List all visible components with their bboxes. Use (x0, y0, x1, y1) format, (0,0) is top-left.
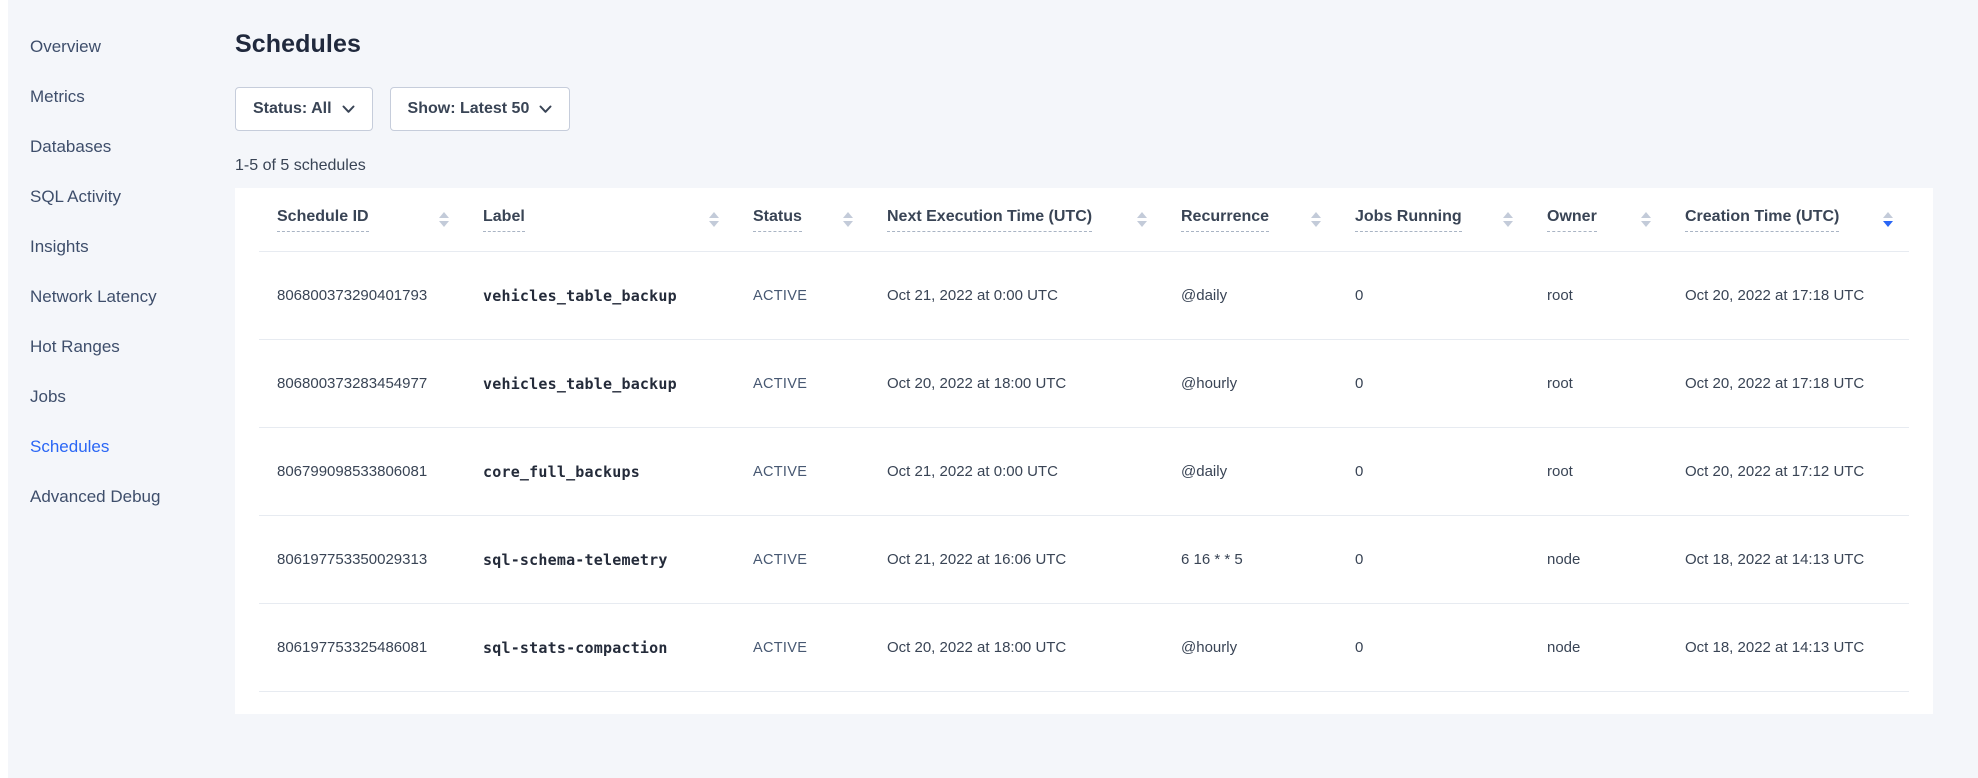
table-row: 806800373283454977 vehicles_table_backup… (259, 340, 1909, 428)
cell-creation-time: Oct 18, 2022 at 14:13 UTC (1685, 639, 1909, 656)
table-row: 806799098533806081 core_full_backups ACT… (259, 428, 1909, 516)
table-row: 806197753350029313 sql-schema-telemetry … (259, 516, 1909, 604)
filter-bar: Status: All Show: Latest 50 (235, 87, 1978, 131)
cell-next-execution: Oct 21, 2022 at 0:00 UTC (887, 287, 1181, 304)
cell-owner: root (1547, 375, 1685, 392)
sort-icon (439, 212, 449, 227)
cell-status: ACTIVE (753, 552, 887, 568)
cell-status: ACTIVE (753, 640, 887, 656)
cell-creation-time: Oct 18, 2022 at 14:13 UTC (1685, 551, 1909, 568)
cell-jobs-running: 0 (1355, 551, 1547, 568)
cell-jobs-running: 0 (1355, 463, 1547, 480)
cell-recurrence: 6 16 * * 5 (1181, 551, 1355, 568)
sort-icon (1137, 212, 1147, 227)
sidebar-item-sql-activity[interactable]: SQL Activity (8, 172, 233, 222)
cell-next-execution: Oct 20, 2022 at 18:00 UTC (887, 375, 1181, 392)
cell-creation-time: Oct 20, 2022 at 17:18 UTC (1685, 375, 1909, 392)
cell-schedule-id: 806800373290401793 (259, 287, 483, 304)
table-row: 806197753325486081 sql-stats-compaction … (259, 604, 1909, 692)
column-header-label: Creation Time (UTC) (1685, 208, 1839, 232)
page-title: Schedules (235, 30, 1978, 59)
cell-recurrence: @hourly (1181, 639, 1355, 656)
chevron-down-icon (539, 105, 552, 114)
sidebar-item-insights[interactable]: Insights (8, 222, 233, 272)
column-header-jobs-running[interactable]: Jobs Running (1355, 188, 1547, 251)
cell-recurrence: @daily (1181, 463, 1355, 480)
cell-label: vehicles_table_backup (483, 375, 753, 393)
status-filter-dropdown[interactable]: Status: All (235, 87, 373, 131)
column-header-next-execution-time[interactable]: Next Execution Time (UTC) (887, 188, 1181, 251)
cell-schedule-id: 806799098533806081 (259, 463, 483, 480)
sidebar-item-schedules[interactable]: Schedules (8, 422, 233, 472)
cell-next-execution: Oct 21, 2022 at 0:00 UTC (887, 463, 1181, 480)
show-filter-label: Show: Latest 50 (408, 100, 530, 118)
cell-creation-time: Oct 20, 2022 at 17:12 UTC (1685, 463, 1909, 480)
sort-icon (1641, 212, 1651, 227)
column-header-status[interactable]: Status (753, 188, 887, 251)
column-header-owner[interactable]: Owner (1547, 188, 1685, 251)
cell-jobs-running: 0 (1355, 287, 1547, 304)
column-header-label: Status (753, 208, 802, 232)
cell-creation-time: Oct 20, 2022 at 17:18 UTC (1685, 287, 1909, 304)
cell-owner: node (1547, 551, 1685, 568)
sort-icon (1503, 212, 1513, 227)
cell-owner: root (1547, 287, 1685, 304)
sort-icon-active-desc (1883, 212, 1893, 227)
column-header-label: Recurrence (1181, 208, 1269, 232)
sort-icon (709, 212, 719, 227)
sidebar-item-overview[interactable]: Overview (8, 22, 233, 72)
column-header-creation-time[interactable]: Creation Time (UTC) (1685, 188, 1909, 251)
sidebar: Overview Metrics Databases SQL Activity … (8, 0, 233, 778)
sidebar-item-metrics[interactable]: Metrics (8, 72, 233, 122)
cell-label: sql-schema-telemetry (483, 551, 753, 569)
column-header-label: Schedule ID (277, 208, 369, 232)
column-header-label: Label (483, 208, 525, 232)
cell-next-execution: Oct 21, 2022 at 16:06 UTC (887, 551, 1181, 568)
sort-icon (843, 212, 853, 227)
cell-label: vehicles_table_backup (483, 287, 753, 305)
column-header-schedule-id[interactable]: Schedule ID (259, 188, 483, 251)
cell-status: ACTIVE (753, 288, 887, 304)
column-header-recurrence[interactable]: Recurrence (1181, 188, 1355, 251)
table-header-row: Schedule ID Label Status Next Execution … (259, 188, 1909, 252)
chevron-down-icon (342, 105, 355, 114)
cell-jobs-running: 0 (1355, 375, 1547, 392)
cell-status: ACTIVE (753, 376, 887, 392)
cell-recurrence: @daily (1181, 287, 1355, 304)
cell-jobs-running: 0 (1355, 639, 1547, 656)
cell-label: sql-stats-compaction (483, 639, 753, 657)
cell-owner: node (1547, 639, 1685, 656)
cell-label: core_full_backups (483, 463, 753, 481)
cell-schedule-id: 806197753325486081 (259, 639, 483, 656)
left-gutter (0, 0, 8, 778)
table-row: 806800373290401793 vehicles_table_backup… (259, 252, 1909, 340)
column-header-label[interactable]: Label (483, 188, 753, 251)
sidebar-item-network-latency[interactable]: Network Latency (8, 272, 233, 322)
column-header-label: Next Execution Time (UTC) (887, 208, 1092, 232)
cell-next-execution: Oct 20, 2022 at 18:00 UTC (887, 639, 1181, 656)
cell-owner: root (1547, 463, 1685, 480)
cell-schedule-id: 806197753350029313 (259, 551, 483, 568)
status-filter-label: Status: All (253, 100, 332, 118)
results-count: 1-5 of 5 schedules (235, 157, 1978, 175)
sidebar-item-databases[interactable]: Databases (8, 122, 233, 172)
show-filter-dropdown[interactable]: Show: Latest 50 (390, 87, 571, 131)
cell-schedule-id: 806800373283454977 (259, 375, 483, 392)
sidebar-item-jobs[interactable]: Jobs (8, 372, 233, 422)
cell-status: ACTIVE (753, 464, 887, 480)
column-header-label: Owner (1547, 208, 1597, 232)
sort-icon (1311, 212, 1321, 227)
sidebar-item-advanced-debug[interactable]: Advanced Debug (8, 472, 233, 522)
cell-recurrence: @hourly (1181, 375, 1355, 392)
sidebar-item-hot-ranges[interactable]: Hot Ranges (8, 322, 233, 372)
schedules-table-card: Schedule ID Label Status Next Execution … (235, 188, 1933, 714)
column-header-label: Jobs Running (1355, 208, 1462, 232)
main-content: Schedules Status: All Show: Latest 50 1-… (233, 0, 1978, 778)
